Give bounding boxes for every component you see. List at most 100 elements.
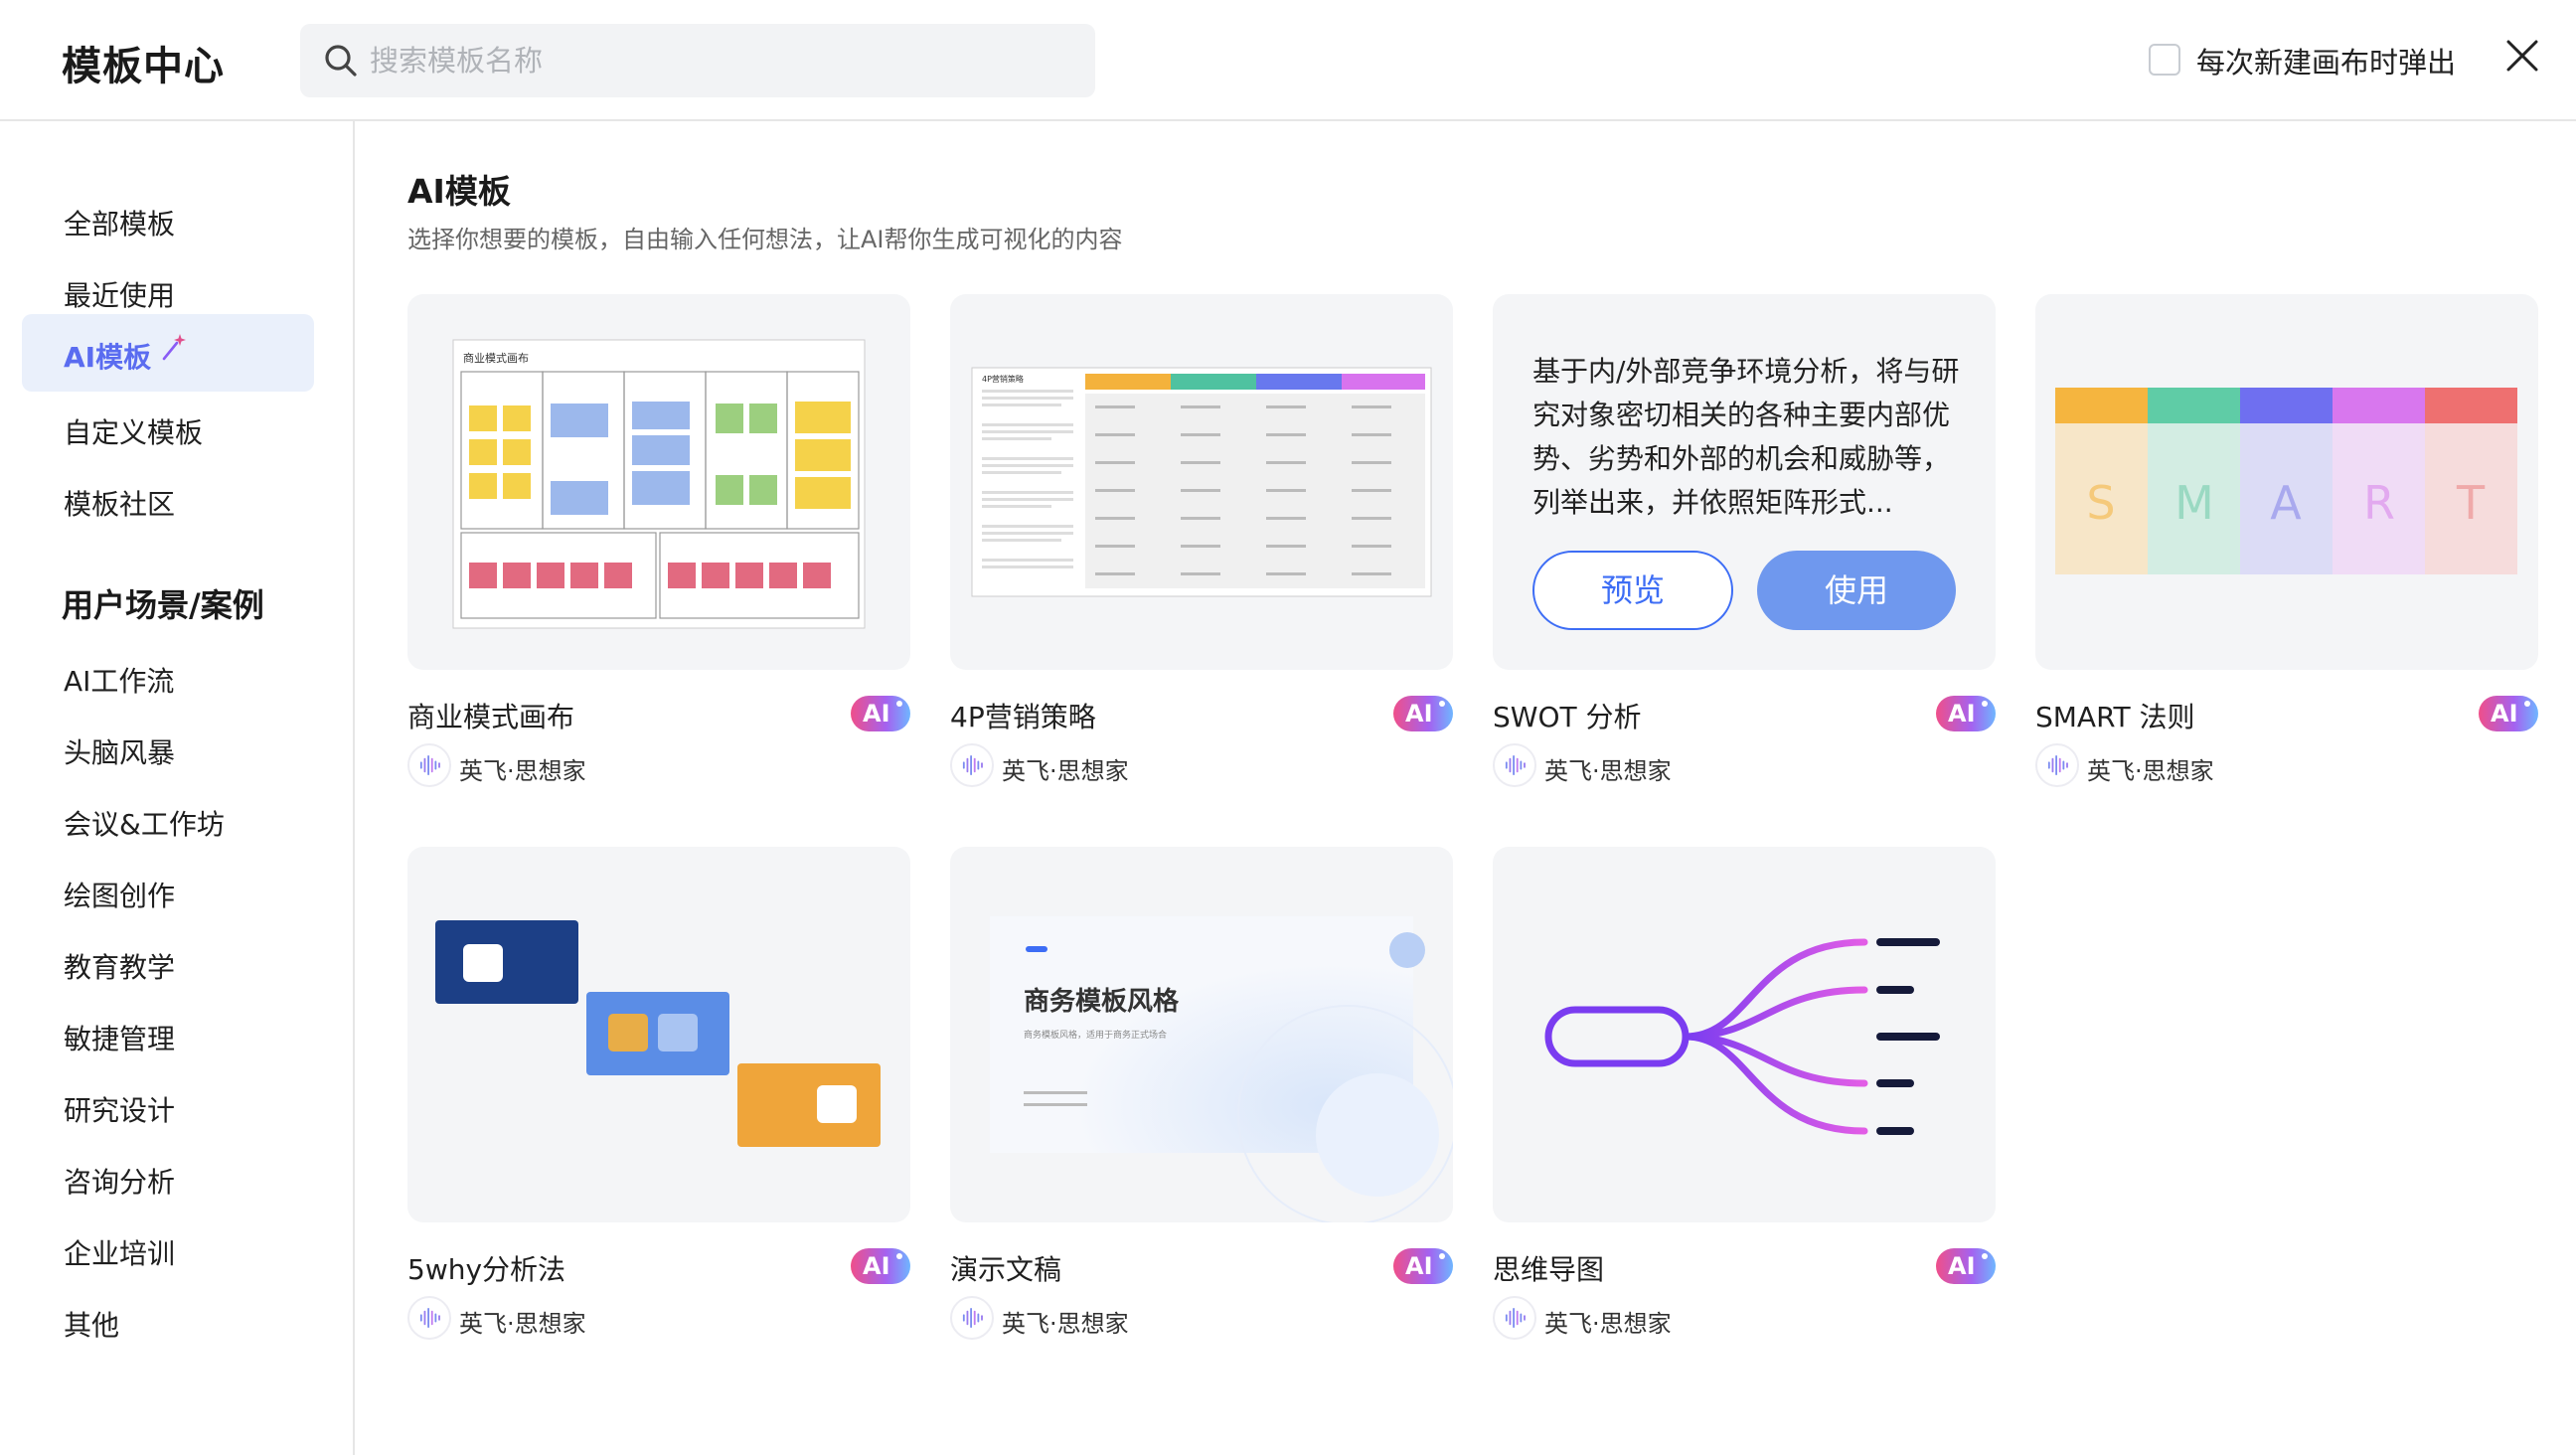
author-avatar-icon — [1493, 743, 1536, 787]
use-button[interactable]: 使用 — [1757, 551, 1956, 630]
popup-checkbox[interactable] — [2149, 44, 2180, 76]
template-name: 4P营销策略 — [950, 701, 1096, 733]
sidebar-item-label: AI工作流 — [64, 665, 175, 698]
author-avatar-icon — [407, 743, 451, 787]
sidebar-item-scene[interactable]: 咨询分析 — [22, 1139, 314, 1216]
smart-letter-m: M — [2174, 476, 2214, 530]
author-name: 英飞·思想家 — [1002, 1310, 1129, 1338]
sidebar-item-label: 自定义模板 — [64, 416, 204, 449]
template-thumbnail[interactable] — [1493, 847, 1996, 1222]
author-avatar-icon — [950, 743, 994, 787]
author-name: 英飞·思想家 — [1544, 1310, 1672, 1338]
author-name: 英飞·思想家 — [1544, 757, 1672, 785]
template-thumbnail[interactable]: 4P营销策略 — [950, 294, 1453, 670]
smart-letter-r: R — [2363, 476, 2395, 530]
sidebar-item-label: 模板社区 — [64, 488, 176, 521]
sidebar-item-label: 研究设计 — [64, 1094, 176, 1127]
sidebar-item-all[interactable]: 全部模板 — [22, 181, 314, 258]
sidebar-item-label: 最近使用 — [64, 279, 176, 312]
template-name: 商业模式画布 — [407, 701, 575, 733]
template-description: 基于内/外部竞争环境分析，将与研究对象密切相关的各种主要内部优势、劣势和外部的机… — [1532, 355, 1960, 519]
ai-badge: AI — [1393, 696, 1453, 731]
author-avatar-icon — [950, 1296, 994, 1340]
sidebar-item-label: 全部模板 — [64, 208, 176, 241]
author-name: 英飞·思想家 — [459, 757, 586, 785]
ai-badge: AI — [1936, 1248, 1996, 1284]
sidebar-item-scene[interactable]: 研究设计 — [22, 1067, 314, 1145]
sidebar-item-label: 教育教学 — [64, 951, 176, 984]
sidebar-item-label: 绘图创作 — [64, 880, 176, 912]
5why-preview — [435, 920, 881, 1147]
sidebar-item-label: 其他 — [64, 1309, 120, 1342]
sidebar-item-ai-templates[interactable]: AI模板 — [22, 314, 314, 392]
ai-badge: AI — [1936, 696, 1996, 731]
close-icon[interactable] — [2502, 36, 2542, 76]
sidebar-item-label: 头脑风暴 — [64, 736, 176, 769]
popup-checkbox-label[interactable]: 每次新建画布时弹出 — [2196, 40, 2456, 81]
preview-title: 4P营销策略 — [982, 374, 1024, 384]
scenes-heading: 用户场景/案例 — [62, 586, 264, 624]
ai-badge-text: AI — [2491, 700, 2518, 728]
search-input[interactable] — [370, 24, 1065, 97]
smart-letter-t: T — [2456, 476, 2486, 530]
sidebar-item-scene[interactable]: 教育教学 — [22, 924, 314, 1002]
template-name: 思维导图 — [1493, 1253, 1605, 1286]
sidebar-item-scene[interactable]: 绘图创作 — [22, 853, 314, 930]
smart-preview: S M A R T — [2055, 388, 2517, 574]
template-thumbnail[interactable]: S M A R T — [2035, 294, 2538, 670]
search-box[interactable] — [300, 24, 1095, 97]
mindmap-preview — [1544, 938, 1940, 1135]
ai-badge-text: AI — [1948, 700, 1976, 728]
author-name: 英飞·思想家 — [2087, 757, 2214, 785]
ai-badge: AI — [851, 696, 910, 731]
template-thumbnail[interactable] — [407, 847, 910, 1222]
ai-badge-text: AI — [863, 1252, 890, 1280]
sidebar-item-scene[interactable]: 会议&工作坊 — [22, 781, 314, 859]
ai-badge-text: AI — [863, 700, 890, 728]
author-name: 英飞·思想家 — [459, 1310, 586, 1338]
section-subtitle: 选择你想要的模板，自由输入任何想法，让AI帮你生成可视化的内容 — [407, 226, 1123, 253]
author-avatar-icon — [2035, 743, 2079, 787]
4p-marketing-preview: 4P营销策略 — [971, 367, 1432, 597]
template-thumbnail[interactable]: 商务模板风格 商务模板风格，适用于商务正式场合 — [950, 847, 1453, 1222]
presentation-preview: 商务模板风格 商务模板风格，适用于商务正式场合 — [990, 916, 1453, 1222]
search-icon — [325, 45, 357, 77]
template-name: SMART 法则 — [2035, 701, 2195, 733]
sidebar-item-scene[interactable]: 其他 — [22, 1282, 314, 1360]
sidebar-item-label: 敏捷管理 — [64, 1023, 176, 1055]
sidebar-item-scene[interactable]: AI工作流 — [22, 638, 314, 716]
ai-badge: AI — [851, 1248, 910, 1284]
sidebar-item-label: 会议&工作坊 — [64, 808, 225, 841]
section-title: AI模板 — [407, 172, 511, 211]
template-name: 演示文稿 — [950, 1253, 1062, 1286]
business-canvas-preview: 商业模式画布 — [452, 339, 866, 629]
preview-button[interactable]: 预览 — [1532, 551, 1733, 630]
author-avatar-icon — [1493, 1296, 1536, 1340]
template-thumbnail[interactable]: 基于内/外部竞争环境分析，将与研究对象密切相关的各种主要内部优势、劣势和外部的机… — [1493, 294, 1996, 670]
smart-letter-a: A — [2270, 476, 2302, 530]
ai-badge-text: AI — [1948, 1252, 1976, 1280]
ai-badge: AI — [1393, 1248, 1453, 1284]
sidebar-item-scene[interactable]: 敏捷管理 — [22, 996, 314, 1073]
author-avatar-icon — [407, 1296, 451, 1340]
preview-title: 商业模式画布 — [463, 351, 529, 365]
preview-title: 商务模板风格 — [1024, 986, 1180, 1017]
ai-badge-text: AI — [1405, 700, 1433, 728]
sidebar-item-label: 咨询分析 — [64, 1166, 176, 1199]
template-name: SWOT 分析 — [1493, 701, 1642, 733]
sidebar-item-scene[interactable]: 企业培训 — [22, 1211, 314, 1288]
template-name: 5why分析法 — [407, 1253, 566, 1286]
author-name: 英飞·思想家 — [1002, 757, 1129, 785]
sidebar-item-label: 企业培训 — [64, 1237, 176, 1270]
template-thumbnail[interactable]: 商业模式画布 — [407, 294, 910, 670]
page-title: 模板中心 — [62, 44, 225, 89]
sidebar-item-label: AI模板 — [64, 341, 152, 374]
sidebar-item-community[interactable]: 模板社区 — [22, 461, 314, 539]
preview-subtitle: 商务模板风格，适用于商务正式场合 — [1024, 1029, 1167, 1041]
sidebar-item-custom[interactable]: 自定义模板 — [22, 390, 314, 467]
header: 模板中心 每次新建画布时弹出 — [0, 0, 2576, 121]
smart-letter-s: S — [2086, 476, 2115, 530]
ai-badge-text: AI — [1405, 1252, 1433, 1280]
sidebar-item-scene[interactable]: 头脑风暴 — [22, 710, 314, 787]
ai-badge: AI — [2479, 696, 2538, 731]
